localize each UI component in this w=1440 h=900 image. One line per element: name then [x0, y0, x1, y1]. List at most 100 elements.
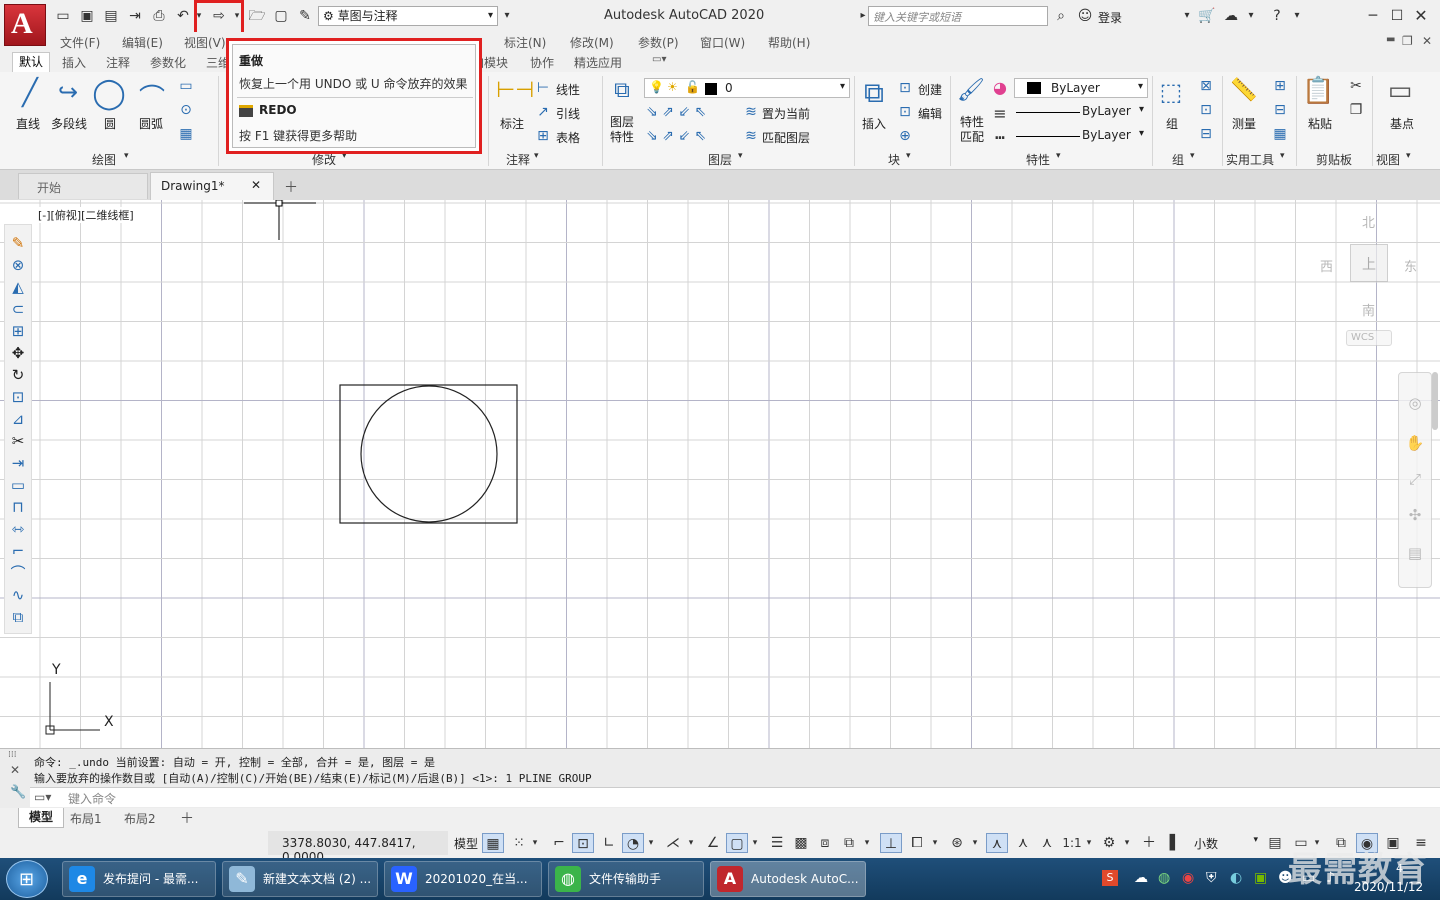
- create-block-icon[interactable]: ⊡: [896, 80, 914, 96]
- help-dropdown-icon[interactable]: ▾: [1288, 6, 1306, 26]
- group-edit-icon[interactable]: ⊡: [1196, 102, 1216, 118]
- panel-title-block[interactable]: 块: [888, 151, 900, 168]
- panel-title-groups[interactable]: 组: [1172, 151, 1184, 168]
- 3d-osnap-dropdown-icon[interactable]: ▾: [862, 833, 872, 853]
- command-input[interactable]: ▭▾ 键入命令: [30, 787, 1440, 807]
- measure-button-label[interactable]: 测量: [1232, 115, 1256, 132]
- shield-icon[interactable]: ⛨: [1206, 870, 1217, 886]
- tab-collaborate[interactable]: 协作: [530, 54, 554, 71]
- linear-dim-icon[interactable]: ⊢: [534, 80, 552, 96]
- save-icon[interactable]: ▣: [78, 6, 96, 26]
- panel-title-layers[interactable]: 图层: [708, 151, 732, 168]
- scale-icon[interactable]: ⊡: [8, 387, 28, 407]
- arc-icon[interactable]: ⌒: [134, 78, 170, 115]
- break-icon[interactable]: ⊓: [8, 497, 28, 517]
- clock-date[interactable]: 2020/11/12: [1354, 880, 1423, 894]
- rectangle-icon[interactable]: ▭: [176, 78, 196, 94]
- transparency-icon[interactable]: ▩: [790, 833, 812, 853]
- nvidia-icon[interactable]: ▣: [1254, 870, 1267, 886]
- object-snap-icon[interactable]: ▢: [726, 833, 748, 853]
- cart-icon[interactable]: 🛒: [1198, 6, 1216, 26]
- wcs-menu[interactable]: WCS: [1346, 330, 1392, 346]
- linear-button-label[interactable]: 线性: [556, 81, 580, 98]
- layer-properties-label[interactable]: 图层 特性: [610, 115, 634, 145]
- pan-icon[interactable]: ✋: [1405, 433, 1425, 453]
- open-icon[interactable]: 🗁: [248, 6, 266, 26]
- zoom-extents-icon[interactable]: ⤢: [1405, 469, 1425, 489]
- calculator-icon[interactable]: ▦: [1270, 126, 1290, 142]
- tab-default[interactable]: 默认: [12, 52, 51, 72]
- polar-icon[interactable]: ◔: [622, 833, 644, 853]
- gradient-icon[interactable]: ▦: [176, 126, 196, 142]
- copy-icon[interactable]: ❐: [1346, 102, 1366, 118]
- doc-restore-button[interactable]: ❐: [1402, 34, 1413, 48]
- menu-window[interactable]: 窗口(W): [700, 34, 745, 51]
- menu-file[interactable]: 文件(F): [60, 34, 100, 51]
- match-layer-button-label[interactable]: 匹配图层: [762, 129, 810, 146]
- ortho-icon[interactable]: ∟: [598, 833, 620, 853]
- match-layer-icon[interactable]: ≋: [742, 128, 760, 144]
- table-button-label[interactable]: 表格: [556, 129, 580, 146]
- redo-dropdown-icon[interactable]: ▾: [232, 6, 242, 26]
- tab-model[interactable]: 模型: [18, 808, 64, 828]
- infer-icon[interactable]: ⌐: [548, 833, 570, 853]
- doc-minimize-button[interactable]: ▬: [1386, 34, 1395, 45]
- annotation-scale-dropdown-icon[interactable]: ▾: [1084, 833, 1094, 853]
- set-current-icon[interactable]: ≋: [742, 104, 760, 120]
- login-dropdown-icon[interactable]: ▾: [1178, 6, 1196, 26]
- blend-icon[interactable]: ∿: [8, 585, 28, 605]
- selection-cycling-icon[interactable]: ⧈: [814, 833, 836, 853]
- panel-title-utilities[interactable]: 实用工具: [1226, 151, 1274, 168]
- offset-icon[interactable]: ⊂: [8, 299, 28, 319]
- break-at-point-icon[interactable]: ▭: [8, 475, 28, 495]
- units-icon[interactable]: ▌: [1164, 833, 1186, 853]
- viewcube[interactable]: 北 西 上 东 南 WCS: [1316, 210, 1420, 350]
- command-prompt-icon[interactable]: ▭▾: [34, 790, 51, 804]
- mirror-icon[interactable]: ◭: [8, 277, 28, 297]
- workspace-select[interactable]: ⚙ 草图与注释 ▾: [318, 6, 498, 26]
- panel-title-clipboard[interactable]: 剪贴板: [1316, 151, 1352, 168]
- array-icon[interactable]: ⊞: [8, 321, 28, 341]
- paste-icon[interactable]: 📋: [1302, 76, 1334, 106]
- tab-insert[interactable]: 插入: [62, 54, 86, 71]
- maximize-button[interactable]: ☐: [1388, 6, 1406, 26]
- drawing-area[interactable]: [0, 200, 1440, 748]
- insert-block-icon[interactable]: ⧉: [858, 76, 890, 110]
- model-space-button[interactable]: 模型: [454, 835, 478, 852]
- tray-icon[interactable]: ◉: [1182, 870, 1194, 886]
- ungroup-icon[interactable]: ⊠: [1196, 78, 1216, 94]
- wechat-tray-icon[interactable]: ◍: [1158, 870, 1170, 886]
- auto-scale-icon[interactable]: ⋏: [1012, 833, 1034, 853]
- leader-icon[interactable]: ↗: [534, 104, 552, 120]
- taskbar-item-wps[interactable]: W 20201020_在当...: [384, 861, 542, 897]
- dynamic-ucs-icon[interactable]: ⊥: [880, 833, 902, 853]
- taskbar-item-wechat[interactable]: ◍ 文件传输助手: [548, 861, 704, 897]
- units-select[interactable]: 小数 ▾: [1188, 833, 1262, 853]
- taskbar-item-notepad[interactable]: ✎ 新建文本文档 (2) ...: [222, 861, 378, 897]
- snap-icon[interactable]: ⁙: [508, 833, 530, 853]
- dimension-button-label[interactable]: 标注: [500, 115, 524, 132]
- create-button-label[interactable]: 创建: [918, 81, 942, 98]
- start-button[interactable]: ⊞: [6, 860, 48, 898]
- quick-properties-icon[interactable]: ▤: [1264, 833, 1286, 853]
- app-logo-button[interactable]: A: [4, 4, 46, 46]
- minimize-button[interactable]: ─: [1364, 6, 1382, 26]
- move-icon[interactable]: ✥: [8, 343, 28, 363]
- print-icon[interactable]: ⎙: [150, 6, 168, 26]
- leader-button-label[interactable]: 引线: [556, 105, 580, 122]
- color-wheel-icon[interactable]: ◕: [990, 78, 1010, 97]
- layer-tool-icon[interactable]: ⇘ ⇗ ⇙ ⇖: [646, 104, 734, 120]
- grid-icon[interactable]: ▦: [482, 833, 504, 853]
- measure-icon[interactable]: 📏: [1228, 78, 1260, 103]
- folder-icon[interactable]: ▢: [272, 6, 290, 26]
- close-button[interactable]: ✕: [1412, 6, 1430, 26]
- base-button-label[interactable]: 基点: [1390, 115, 1414, 132]
- add-layout-button[interactable]: ＋: [180, 808, 194, 828]
- selection-filter-dropdown-icon[interactable]: ▾: [930, 833, 940, 853]
- panel-title-properties[interactable]: 特性: [1026, 151, 1050, 168]
- tray-icon[interactable]: ◐: [1230, 870, 1242, 886]
- a360-dropdown-icon[interactable]: ▾: [1242, 6, 1260, 26]
- lineweight-icon[interactable]: ≡: [990, 104, 1010, 123]
- help-icon[interactable]: ?: [1268, 6, 1286, 26]
- select-all-icon[interactable]: ⊟: [1270, 102, 1290, 118]
